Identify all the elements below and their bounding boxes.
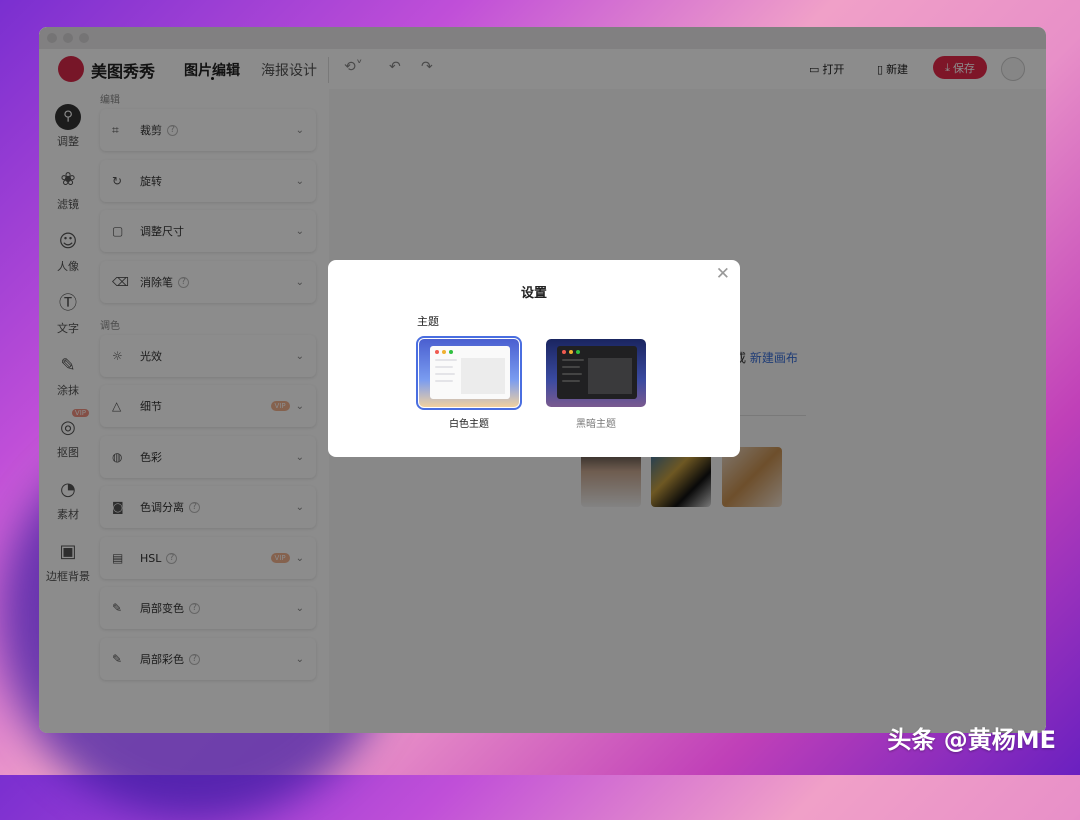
- dialog-title: 设置: [328, 282, 740, 301]
- theme-name-light: 白色主题: [419, 415, 519, 430]
- theme-option-light[interactable]: [419, 339, 519, 407]
- theme-option-dark[interactable]: [546, 339, 646, 407]
- close-icon[interactable]: ✕: [716, 264, 730, 284]
- settings-dialog: ✕ 设置 主题 白色主题 黑暗主题: [328, 260, 740, 457]
- theme-label: 主题: [417, 313, 439, 329]
- theme-name-dark: 黑暗主题: [546, 415, 646, 430]
- light-theme-preview: [430, 346, 510, 399]
- dark-theme-preview: [557, 346, 637, 399]
- watermark: 头条 @黄杨ME: [887, 720, 1056, 755]
